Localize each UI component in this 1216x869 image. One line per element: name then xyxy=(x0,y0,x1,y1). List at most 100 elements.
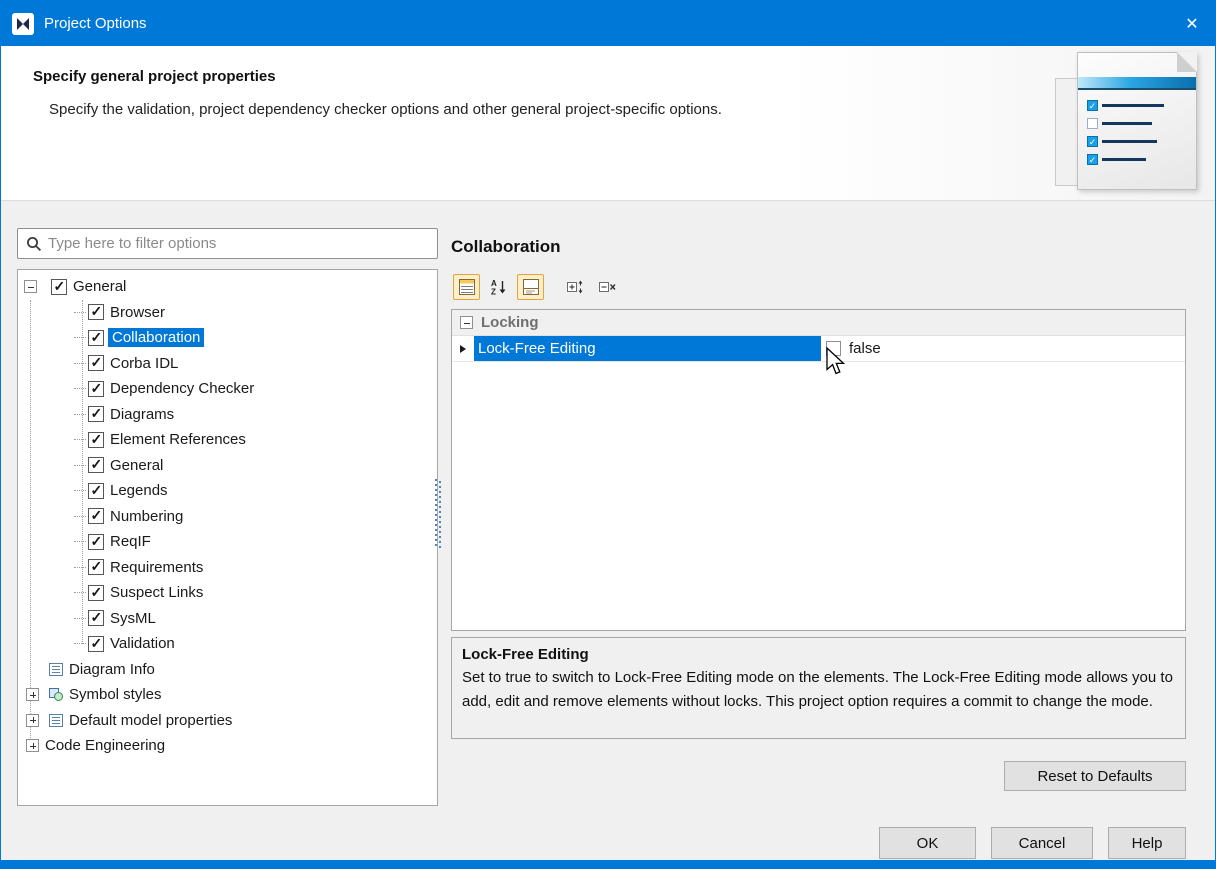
tree-item-legends[interactable]: Legends xyxy=(18,478,437,504)
checkbox[interactable] xyxy=(88,636,104,652)
tree-item-browser[interactable]: Browser xyxy=(18,300,437,326)
expand-all-button[interactable] xyxy=(562,274,589,300)
tree-item-label[interactable]: Code Engineering xyxy=(45,737,165,754)
blue-band xyxy=(1078,77,1196,90)
show-description-area-button[interactable] xyxy=(517,274,544,300)
text-bar xyxy=(1102,104,1164,107)
tree-item-reqif[interactable]: ReqIF xyxy=(18,529,437,555)
styles-icon xyxy=(49,688,63,701)
cancel-button[interactable]: Cancel xyxy=(991,827,1093,859)
tree-item-symbol-styles[interactable]: Symbol styles xyxy=(18,682,437,708)
checked-box-icon: ✓ xyxy=(1087,100,1098,111)
tree-item-general-root[interactable]: General xyxy=(18,274,437,300)
tree-item-numbering[interactable]: Numbering xyxy=(18,504,437,530)
tree-item-label[interactable]: Requirements xyxy=(110,559,203,576)
collapse-all-button[interactable] xyxy=(594,274,621,300)
checkbox[interactable] xyxy=(88,483,104,499)
collapse-expander-icon[interactable] xyxy=(460,316,473,329)
text-bar xyxy=(1102,140,1157,143)
value-checkbox[interactable] xyxy=(826,341,841,356)
close-button[interactable]: ✕ xyxy=(1169,1,1215,46)
checkbox[interactable] xyxy=(88,432,104,448)
chevron-right-icon xyxy=(460,345,466,353)
tree-item-label[interactable]: Diagrams xyxy=(110,406,174,423)
checkbox[interactable] xyxy=(88,406,104,422)
checkbox[interactable] xyxy=(88,559,104,575)
categorized-view-button[interactable] xyxy=(453,274,480,300)
checkbox[interactable] xyxy=(88,534,104,550)
property-group-label: Locking xyxy=(481,314,539,331)
page-fold xyxy=(1177,52,1197,72)
tree-item-label[interactable]: Browser xyxy=(110,304,165,321)
property-value-cell[interactable]: false xyxy=(821,336,1185,361)
tree-item-requirements[interactable]: Requirements xyxy=(18,555,437,581)
list-icon xyxy=(49,663,63,676)
tree-item-label[interactable]: General xyxy=(73,278,126,295)
tree-item-label[interactable]: SysML xyxy=(110,610,156,627)
tree-item-label[interactable]: Symbol styles xyxy=(69,686,162,703)
expand-expander-icon[interactable] xyxy=(26,714,39,727)
tree-item-validation[interactable]: Validation xyxy=(18,631,437,657)
checkbox[interactable] xyxy=(88,355,104,371)
property-row[interactable]: Lock-Free Editing false xyxy=(452,336,1185,362)
tree-item-label[interactable]: Suspect Links xyxy=(110,584,203,601)
expand-all-icon xyxy=(567,279,584,295)
tree-item-label[interactable]: Element References xyxy=(110,431,246,448)
collapse-all-icon xyxy=(599,279,616,295)
expand-expander-icon[interactable] xyxy=(26,688,39,701)
tree-item-code-engineering[interactable]: Code Engineering xyxy=(18,733,437,759)
reset-to-defaults-button[interactable]: Reset to Defaults xyxy=(1004,761,1186,791)
list-icon xyxy=(49,714,63,727)
checkbox[interactable] xyxy=(88,457,104,473)
tree-item-diagram-info[interactable]: Diagram Info xyxy=(18,657,437,683)
collapse-expander-icon[interactable] xyxy=(24,280,37,293)
tree-item-diagrams[interactable]: Diagrams xyxy=(18,402,437,428)
checkbox[interactable] xyxy=(88,330,104,346)
tree-item-label[interactable]: Numbering xyxy=(110,508,183,525)
tree-item-label[interactable]: Validation xyxy=(110,635,175,652)
help-button[interactable]: Help xyxy=(1108,827,1186,859)
ok-button[interactable]: OK xyxy=(879,827,976,859)
tree-item-label[interactable]: Default model properties xyxy=(69,712,232,729)
tree-item-collaboration[interactable]: Collaboration xyxy=(18,325,437,351)
header-title: Specify general project properties xyxy=(33,68,276,85)
illustration-row: ✓ xyxy=(1087,153,1146,166)
checklist-illustration: ✓ ✓ ✓ xyxy=(1053,50,1205,194)
checkbox[interactable] xyxy=(88,508,104,524)
window-title: Project Options xyxy=(44,15,147,32)
tree-item-label[interactable]: Corba IDL xyxy=(110,355,178,372)
sort-alphabetically-button[interactable]: A Z xyxy=(485,274,512,300)
checkbox[interactable] xyxy=(88,304,104,320)
tree-item-label[interactable]: Legends xyxy=(110,482,168,499)
show-description-area-icon xyxy=(523,279,539,295)
tree-item-sysml[interactable]: SysML xyxy=(18,606,437,632)
tree-item-suspect-links[interactable]: Suspect Links xyxy=(18,580,437,606)
tree-item-label[interactable]: General xyxy=(110,457,163,474)
checkbox[interactable] xyxy=(51,279,67,295)
window-bottom-border xyxy=(1,860,1215,868)
header-subtitle: Specify the validation, project dependen… xyxy=(49,101,722,118)
panel-splitter-handle[interactable] xyxy=(435,479,441,549)
checkbox[interactable] xyxy=(88,610,104,626)
tree-item-label[interactable]: ReqIF xyxy=(110,533,151,550)
filter-input[interactable] xyxy=(48,229,437,258)
illustration-row: ✓ xyxy=(1087,135,1157,148)
tree-item-label-selected[interactable]: Collaboration xyxy=(108,328,204,347)
property-name-cell[interactable]: Lock-Free Editing xyxy=(474,336,821,361)
tree-item-default-model-properties[interactable]: Default model properties xyxy=(18,708,437,734)
checkbox[interactable] xyxy=(88,381,104,397)
front-sheet: ✓ ✓ ✓ xyxy=(1077,52,1197,190)
tree-item-general[interactable]: General xyxy=(18,453,437,479)
row-expand-arrow-cell[interactable] xyxy=(452,336,474,361)
checkbox[interactable] xyxy=(88,585,104,601)
expand-expander-icon[interactable] xyxy=(26,739,39,752)
tree-item-element-references[interactable]: Element References xyxy=(18,427,437,453)
tree-item-dependency-checker[interactable]: Dependency Checker xyxy=(18,376,437,402)
tree-item-label[interactable]: Diagram Info xyxy=(69,661,155,678)
tree-item-label[interactable]: Dependency Checker xyxy=(110,380,254,397)
illustration-row xyxy=(1087,117,1152,130)
project-options-dialog: Project Options ✕ Specify general projec… xyxy=(0,0,1216,869)
tree-item-corba-idl[interactable]: Corba IDL xyxy=(18,351,437,377)
checked-box-icon: ✓ xyxy=(1087,136,1098,147)
property-group-row[interactable]: Locking xyxy=(452,310,1185,336)
